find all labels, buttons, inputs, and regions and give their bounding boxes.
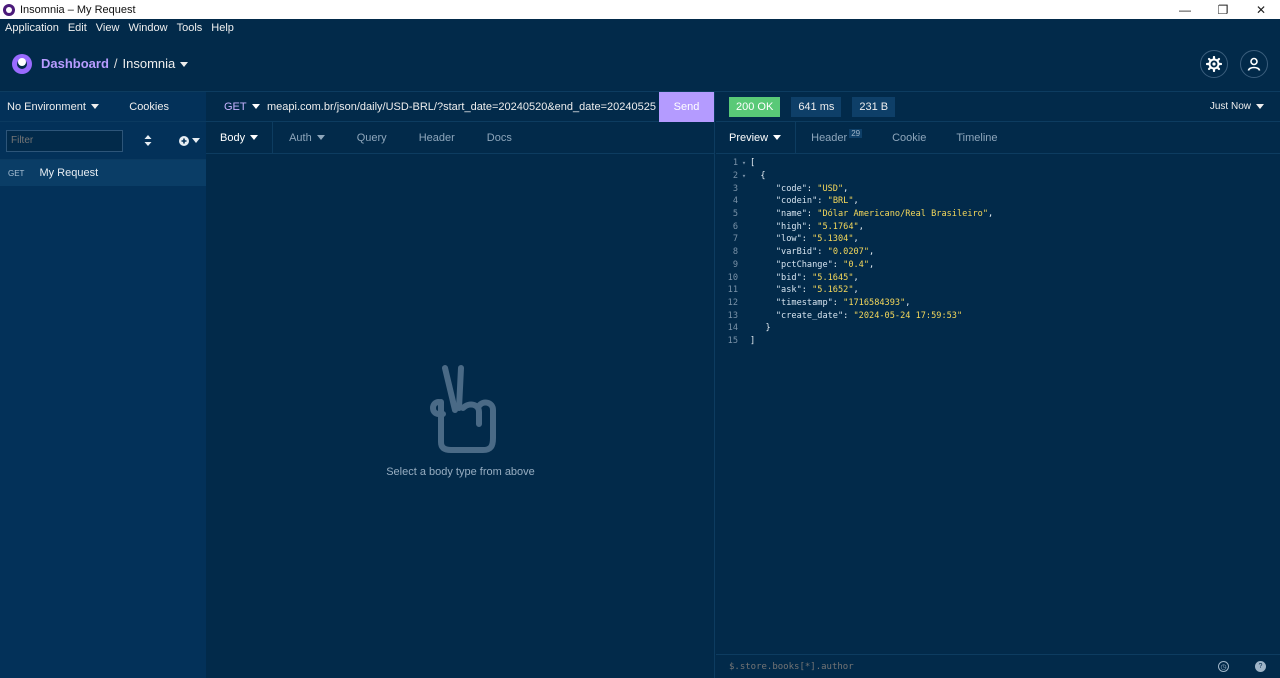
tab-response-header[interactable]: Header 29	[796, 122, 877, 154]
send-button[interactable]: Send	[659, 91, 714, 122]
code-line: 15]	[727, 335, 756, 346]
menu-bar: Application Edit View Window Tools Help	[0, 19, 1280, 36]
breadcrumb-separator: /	[113, 56, 118, 71]
cookies-button[interactable]: Cookies	[129, 101, 169, 113]
code-line: 14 }	[727, 323, 771, 334]
menu-window[interactable]: Window	[128, 22, 167, 34]
chevron-down-icon	[1256, 104, 1264, 109]
response-time-badge: 641 ms	[791, 96, 842, 117]
sort-icon	[144, 135, 152, 146]
sidebar: No Environment Cookies GET My Request	[0, 92, 206, 678]
maximize-button[interactable]: ❐	[1204, 3, 1242, 17]
menu-application[interactable]: Application	[5, 22, 59, 34]
code-line: 11 "ask": "5.1652",	[727, 285, 859, 296]
fold-icon[interactable]: ▾	[738, 172, 750, 180]
minimize-button[interactable]: —	[1166, 3, 1204, 17]
code-line: 13 "create_date": "2024-05-24 17:59:53"	[727, 310, 963, 321]
response-size-badge: 231 B	[852, 96, 896, 117]
code-line: 10 "bid": "5.1645",	[727, 272, 859, 283]
request-name: My Request	[39, 167, 99, 179]
code-line: 1 ▾[	[732, 158, 756, 169]
tab-cookie[interactable]: Cookie	[877, 122, 941, 154]
tab-auth-label: Auth	[289, 131, 312, 144]
peace-hand-icon	[429, 365, 496, 453]
app-header: Dashboard / Insomnia	[0, 36, 1280, 92]
sidebar-request-item[interactable]: GET My Request	[0, 160, 206, 186]
tab-docs[interactable]: Docs	[471, 122, 528, 154]
tab-preview-label: Preview	[729, 131, 769, 144]
user-icon	[1247, 57, 1261, 71]
tab-body[interactable]: Body	[206, 121, 274, 154]
tab-header[interactable]: Header	[403, 122, 471, 154]
response-body-viewer[interactable]: 1 ▾[ 2 ▾ { 3 "code": "USD", 4 "codein": "B…	[716, 157, 1280, 347]
insomnia-app-icon	[3, 3, 15, 16]
chevron-down-icon	[251, 104, 260, 109]
tab-body-label: Body	[220, 131, 246, 144]
menu-tools[interactable]: Tools	[177, 22, 203, 34]
code-line: 7 "low": "5.1304",	[732, 234, 859, 245]
help-icon[interactable]: ?	[1255, 661, 1266, 672]
method-dropdown[interactable]: GET	[206, 101, 260, 113]
header-count-badge: 29	[849, 129, 863, 138]
code-line: 8 "varBid": "0.0207",	[732, 247, 875, 258]
tab-auth[interactable]: Auth	[273, 122, 341, 154]
chevron-down-icon	[773, 135, 782, 140]
menu-help[interactable]: Help	[211, 22, 234, 34]
window-titlebar: Insomnia – My Request — ❐ ✕	[0, 0, 1280, 19]
chevron-down-icon	[250, 135, 259, 140]
code-line: 5 "name": "Dólar Americano/Real Brasilei…	[732, 209, 994, 220]
tab-query[interactable]: Query	[341, 122, 403, 154]
history-label: Just Now	[1209, 101, 1251, 112]
url-bar: GET meapi.com.br/json/daily/USD-BRL/?sta…	[206, 91, 714, 122]
request-pane: GET meapi.com.br/json/daily/USD-BRL/?sta…	[206, 91, 715, 678]
code-line: 4 "codein": "BRL",	[732, 196, 859, 207]
request-tabs: Body Auth Query Header Docs	[206, 121, 714, 154]
response-filter-bar: ◷ ?	[716, 654, 1280, 678]
empty-state	[206, 362, 715, 459]
insomnia-logo-icon	[12, 53, 32, 74]
plus-circle-icon	[179, 135, 189, 146]
workspace-dropdown[interactable]: Insomnia	[123, 56, 189, 71]
environment-dropdown[interactable]: No Environment	[7, 101, 99, 113]
breadcrumb-dashboard[interactable]: Dashboard	[41, 56, 109, 71]
settings-button[interactable]	[1200, 50, 1228, 78]
history-dropdown[interactable]: Just Now	[1210, 101, 1264, 112]
chevron-down-icon	[180, 62, 189, 68]
response-status-bar: 200 OK 641 ms 231 B Just Now	[716, 92, 1280, 122]
code-line: 12 "timestamp": "1716584393",	[727, 297, 911, 308]
response-tabs: Preview Header 29 Cookie Timeline	[716, 121, 1280, 154]
menu-view[interactable]: View	[96, 22, 120, 34]
filter-history-icon[interactable]: ◷	[1218, 661, 1229, 672]
response-pane: 200 OK 641 ms 231 B Just Now Preview Hea…	[716, 92, 1280, 678]
create-dropdown-button[interactable]	[179, 135, 200, 146]
workspace-name: Insomnia	[122, 56, 176, 71]
account-button[interactable]	[1240, 50, 1268, 78]
environment-row: No Environment Cookies	[0, 92, 206, 122]
code-line: 6 "high": "5.1764",	[732, 221, 864, 232]
tab-preview[interactable]: Preview	[716, 121, 797, 154]
window-title: Insomnia – My Request	[20, 3, 136, 16]
empty-state-message: Select a body type from above	[386, 466, 535, 478]
code-line: 3 "code": "USD",	[732, 183, 849, 194]
sort-button[interactable]	[141, 135, 155, 146]
menu-edit[interactable]: Edit	[68, 22, 87, 34]
filter-row	[0, 122, 206, 160]
code-line: 9 "pctChange": "0.4",	[732, 259, 875, 270]
chevron-down-icon	[192, 138, 200, 143]
sidebar-filter-input[interactable]	[6, 129, 123, 152]
status-code-badge: 200 OK	[729, 96, 781, 117]
url-input[interactable]: meapi.com.br/json/daily/USD-BRL/?start_d…	[260, 101, 659, 113]
fold-icon[interactable]: ▾	[738, 159, 750, 167]
close-button[interactable]: ✕	[1242, 3, 1280, 17]
request-method-badge: GET	[8, 168, 25, 178]
environment-label: No Environment	[7, 100, 86, 113]
tab-timeline[interactable]: Timeline	[941, 122, 1012, 154]
chevron-down-icon	[316, 135, 325, 140]
response-filter-input[interactable]	[729, 661, 1149, 672]
code-line: 2 ▾ {	[732, 171, 766, 182]
chevron-down-icon	[90, 104, 99, 110]
tab-header-label: Header	[811, 131, 848, 144]
gear-icon	[1206, 56, 1222, 72]
method-label: GET	[224, 100, 247, 113]
